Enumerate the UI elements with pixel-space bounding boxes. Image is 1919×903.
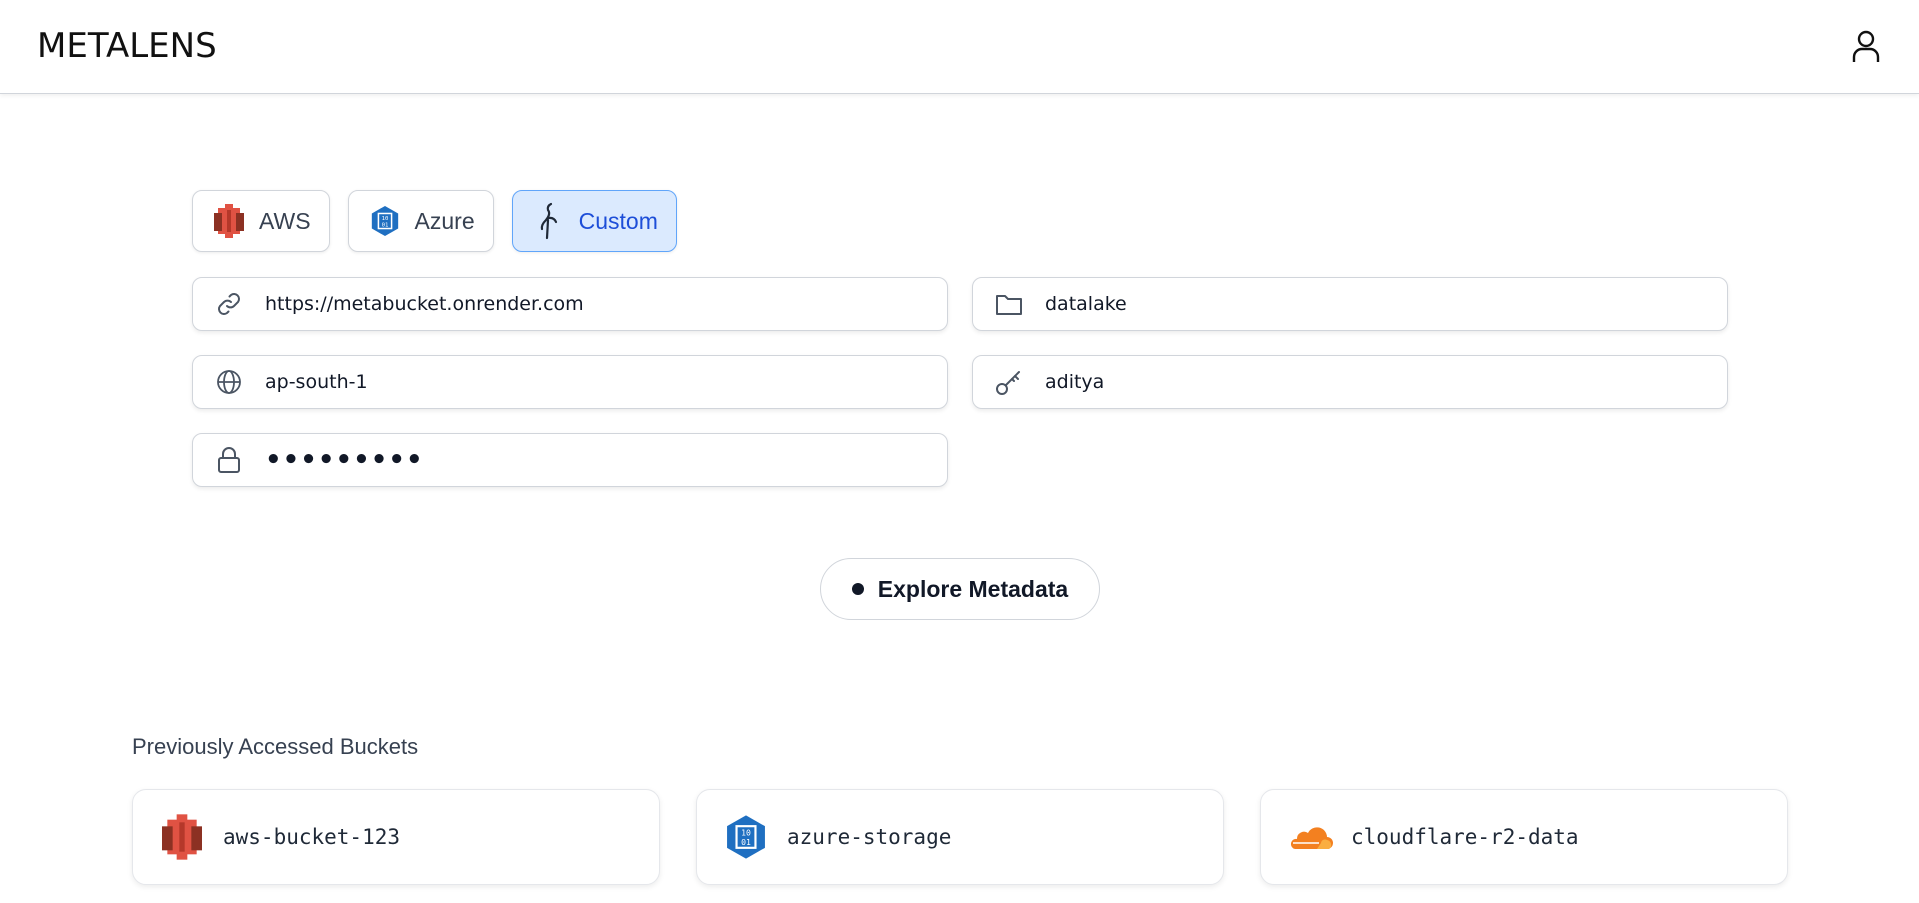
svg-text:10: 10 <box>381 216 388 222</box>
bucket-field <box>972 277 1728 331</box>
globe-icon <box>193 369 265 395</box>
svg-text:01: 01 <box>741 837 751 847</box>
previous-buckets-title: Previously Accessed Buckets <box>132 734 419 759</box>
secret-key-field <box>192 433 948 487</box>
aws-s3-icon <box>213 204 245 238</box>
minio-bird-icon <box>533 202 565 240</box>
explore-metadata-label: Explore Metadata <box>877 575 1069 602</box>
tab-aws[interactable]: AWS <box>192 190 330 252</box>
tab-custom-label: Custom <box>578 207 658 234</box>
bucket-card-azure[interactable]: 10 01 azure-storage <box>696 789 1224 885</box>
tab-aws-label: AWS <box>259 207 311 234</box>
bucket-name: cloudflare-r2-data <box>1351 825 1579 849</box>
tab-azure[interactable]: 10 01 Azure <box>347 190 494 252</box>
endpoint-field <box>192 277 948 331</box>
user-profile-button[interactable] <box>1848 27 1884 67</box>
tab-azure-label: Azure <box>414 207 475 234</box>
cloudflare-icon <box>1287 814 1333 860</box>
region-input[interactable] <box>265 356 947 408</box>
bucket-name: azure-storage <box>787 825 952 849</box>
lock-icon <box>193 446 265 474</box>
bucket-card-cloudflare[interactable]: cloudflare-r2-data <box>1260 789 1788 885</box>
key-icon <box>973 368 1045 396</box>
secret-key-input[interactable] <box>265 434 947 486</box>
access-key-field <box>972 355 1728 409</box>
user-icon <box>1852 30 1880 62</box>
aws-s3-icon <box>159 814 205 860</box>
region-field <box>192 355 948 409</box>
svg-text:01: 01 <box>381 223 388 229</box>
endpoint-input[interactable] <box>265 278 947 330</box>
azure-storage-icon: 10 01 <box>723 814 769 860</box>
status-dot-icon <box>851 583 864 595</box>
bucket-name: aws-bucket-123 <box>223 825 401 849</box>
tab-custom[interactable]: Custom <box>511 190 677 252</box>
app-logo: METALENS <box>37 26 217 66</box>
link-icon <box>193 291 265 317</box>
azure-storage-icon: 10 01 <box>369 204 401 238</box>
app-header: METALENS <box>0 0 1919 94</box>
folder-icon <box>973 292 1045 316</box>
bucket-input[interactable] <box>1045 278 1727 330</box>
explore-metadata-button[interactable]: Explore Metadata <box>820 558 1100 620</box>
access-key-input[interactable] <box>1045 356 1727 408</box>
provider-tabs: AWS 10 01 Azure Custom <box>192 190 677 252</box>
bucket-card-aws[interactable]: aws-bucket-123 <box>132 789 660 885</box>
